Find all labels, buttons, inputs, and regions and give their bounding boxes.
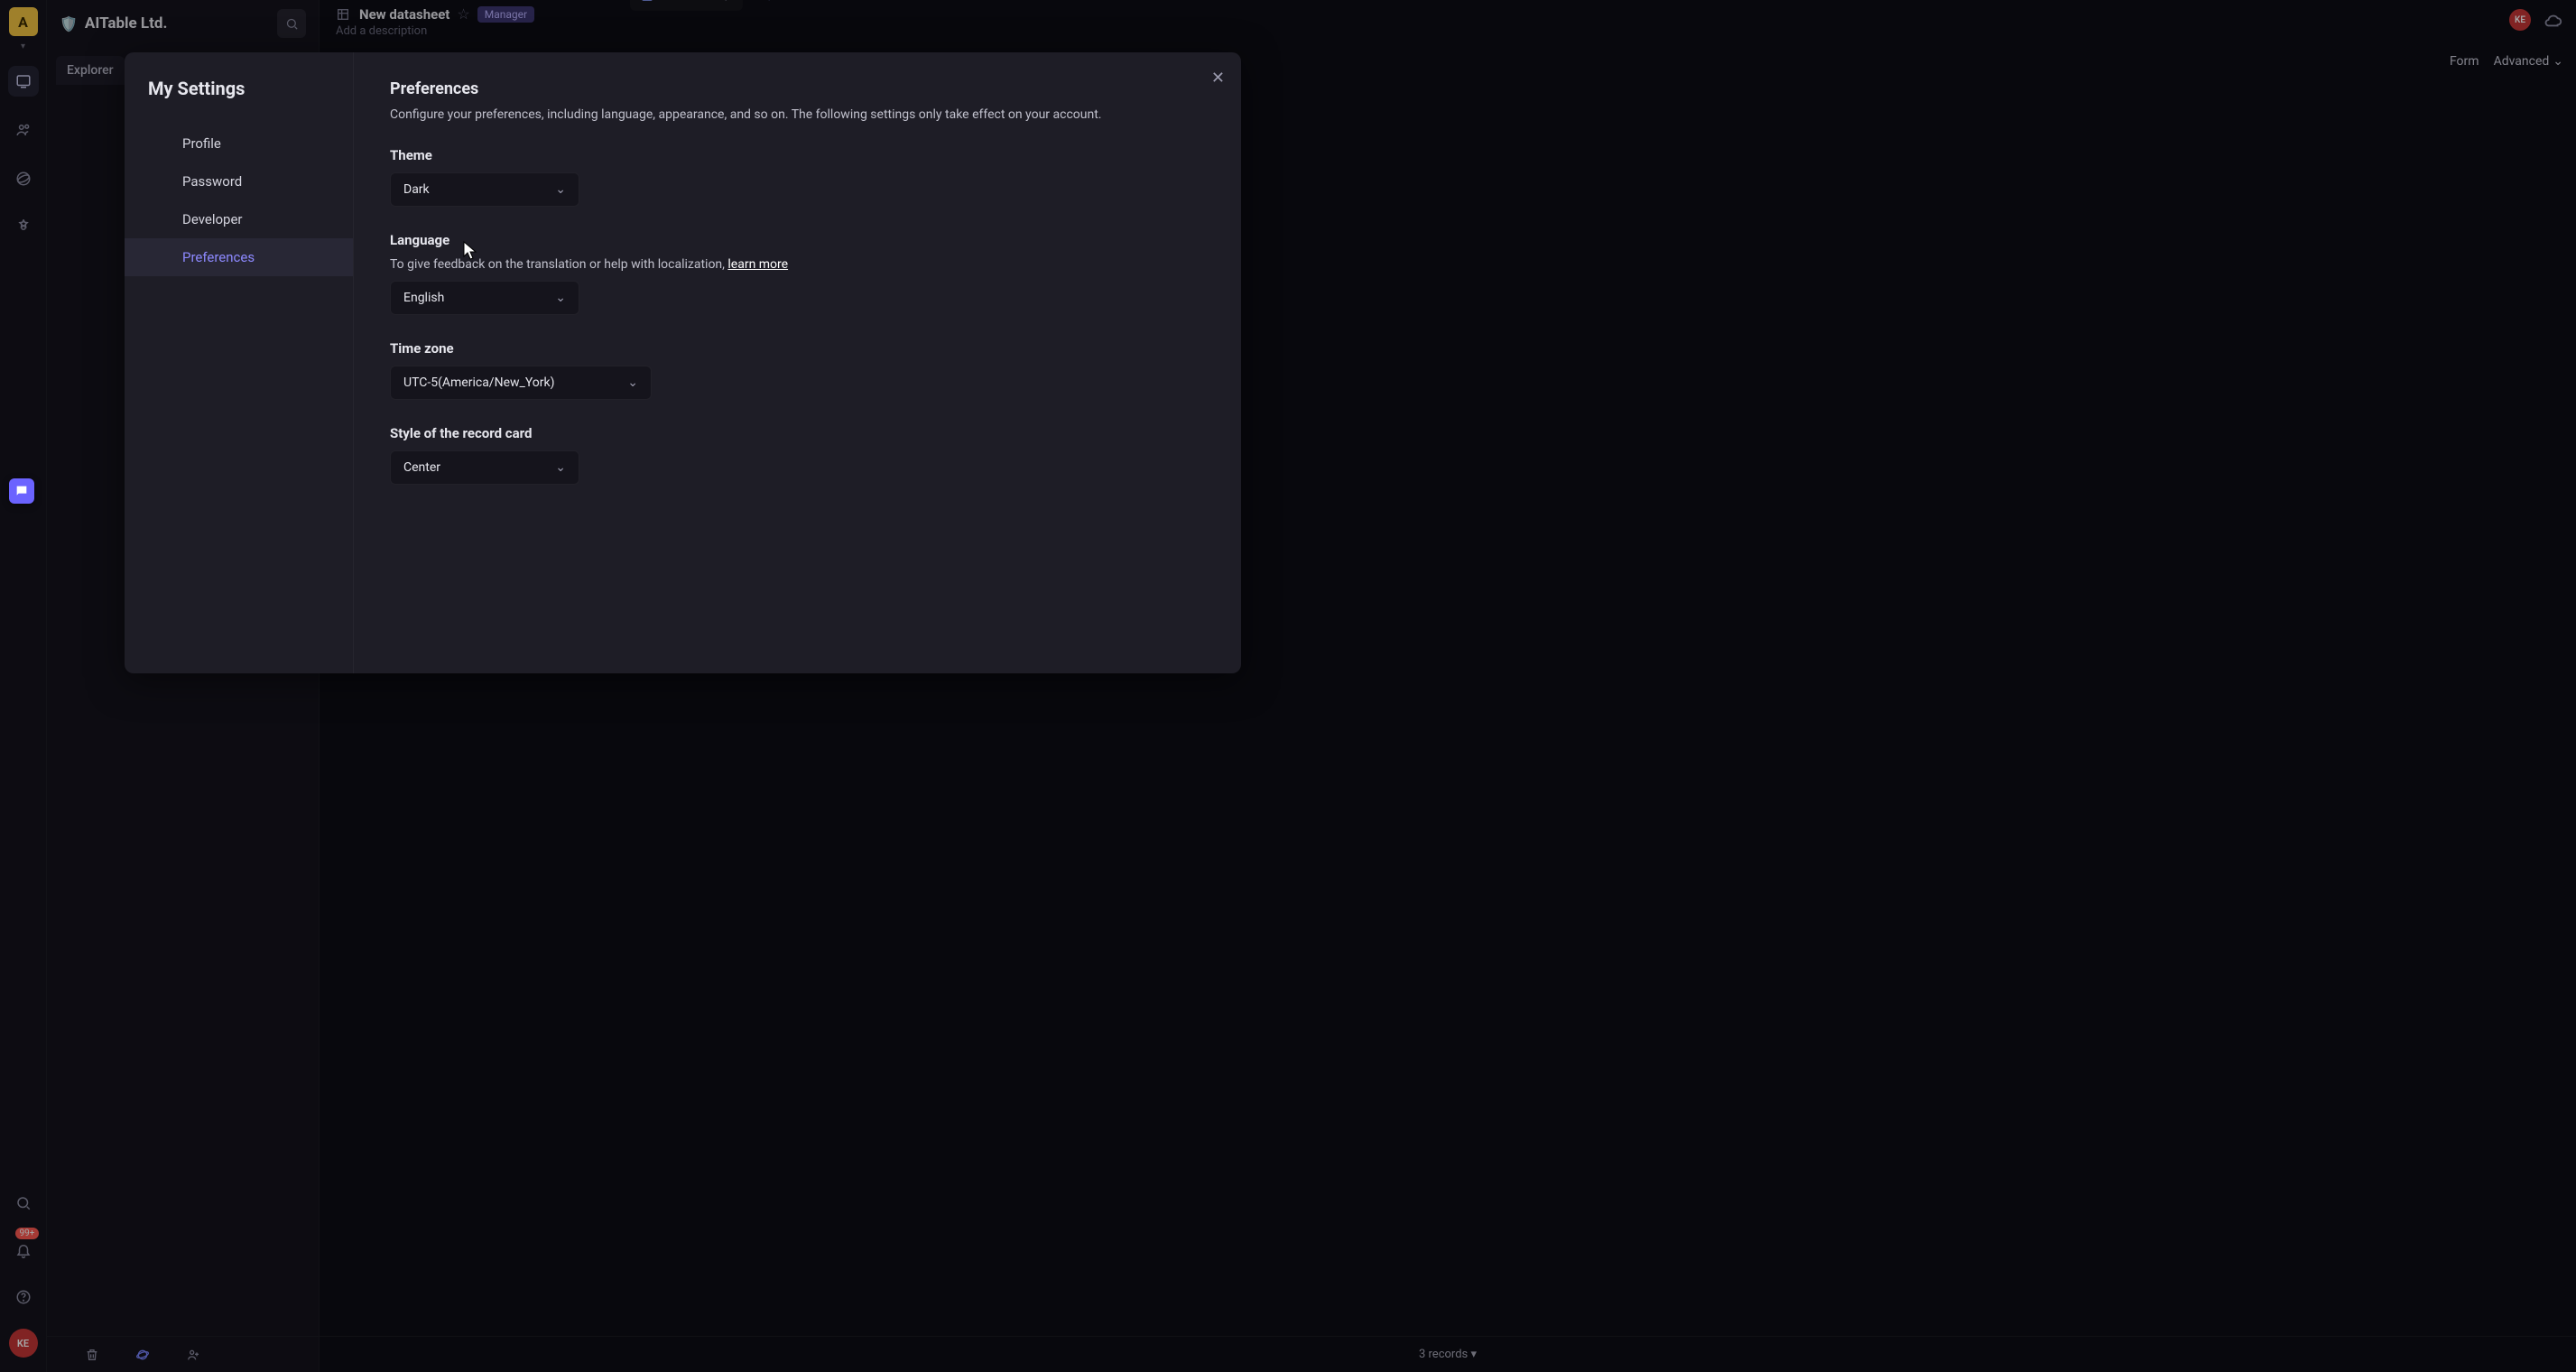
- language-select[interactable]: English ⌄: [390, 281, 579, 315]
- modal-title: My Settings: [125, 78, 353, 125]
- chevron-down-icon: ⌄: [555, 182, 566, 197]
- card-style-label: Style of the record card: [390, 425, 1205, 441]
- language-label: Language: [390, 232, 1205, 248]
- language-value: English: [403, 291, 444, 305]
- settings-modal: ✕ My Settings Profile Password Developer…: [125, 52, 1241, 673]
- theme-value: Dark: [403, 182, 430, 197]
- timezone-value: UTC-5(America/New_York): [403, 375, 555, 390]
- settings-nav-password[interactable]: Password: [125, 162, 353, 200]
- chevron-down-icon: ⌄: [627, 375, 638, 390]
- settings-nav-developer[interactable]: Developer: [125, 200, 353, 238]
- preferences-heading: Preferences: [390, 79, 1205, 98]
- theme-select[interactable]: Dark ⌄: [390, 172, 579, 207]
- learn-more-link[interactable]: learn more: [727, 257, 788, 272]
- preferences-subheading: Configure your preferences, including la…: [390, 107, 1205, 122]
- card-style-value: Center: [403, 460, 440, 475]
- timezone-label: Time zone: [390, 340, 1205, 357]
- theme-label: Theme: [390, 147, 1205, 163]
- chevron-down-icon: ⌄: [555, 460, 566, 475]
- chevron-down-icon: ⌄: [555, 291, 566, 305]
- close-button[interactable]: ✕: [1211, 69, 1225, 88]
- card-style-select[interactable]: Center ⌄: [390, 450, 579, 485]
- timezone-select[interactable]: UTC-5(America/New_York) ⌄: [390, 366, 652, 400]
- settings-nav-profile[interactable]: Profile: [125, 125, 353, 162]
- settings-nav-preferences[interactable]: Preferences: [125, 238, 353, 276]
- chat-widget-icon[interactable]: [9, 478, 34, 504]
- language-sub: To give feedback on the translation or h…: [390, 257, 1205, 272]
